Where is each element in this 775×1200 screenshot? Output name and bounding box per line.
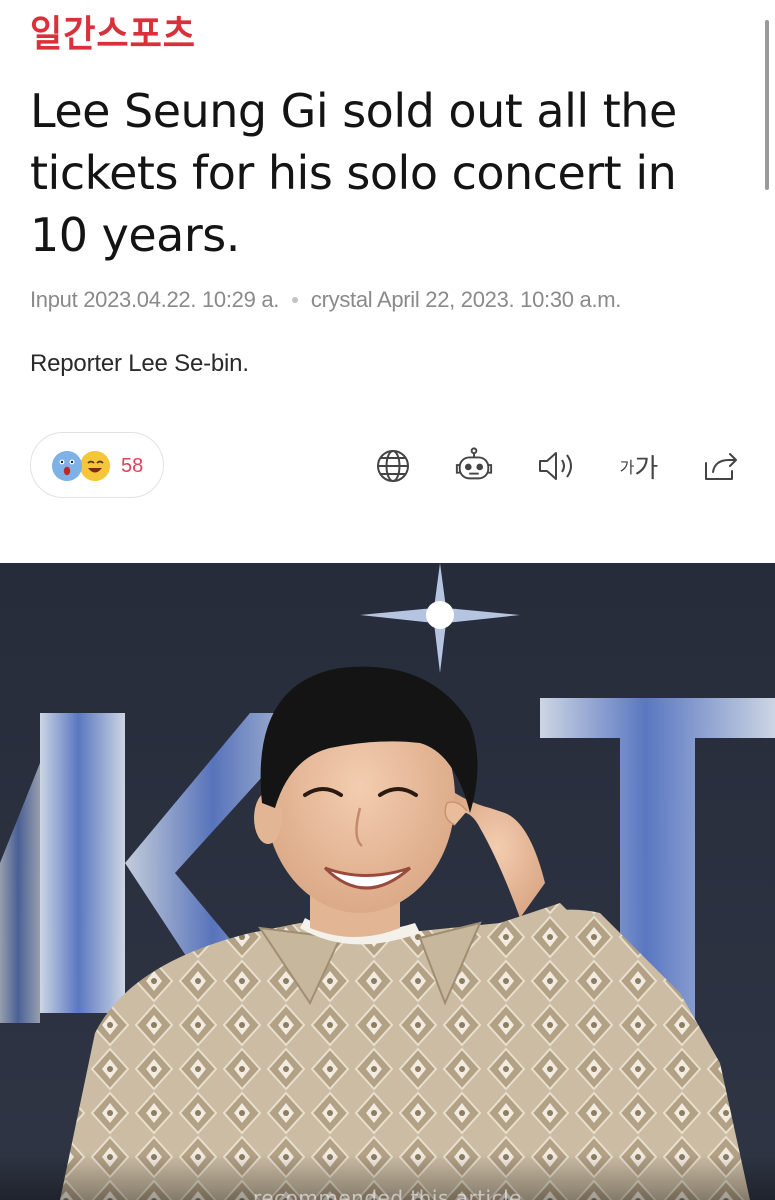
reaction-count: 58 <box>121 455 144 477</box>
reaction-button[interactable]: 58 <box>30 432 164 498</box>
ai-summary-button[interactable] <box>454 446 494 486</box>
speaker-icon <box>539 452 572 480</box>
site-logo[interactable]: 일간스포츠 <box>30 5 196 59</box>
recommended-banner-text: recommended this article <box>253 1186 522 1200</box>
article-meta: Input 2023.04.22. 10:29 a. ● crystal Apr… <box>30 287 621 313</box>
article-photo: recommended this article <box>0 563 775 1200</box>
text-to-speech-button[interactable] <box>536 446 576 486</box>
reporter-name[interactable]: Reporter Lee Se-bin. <box>30 350 249 378</box>
font-size-large-glyph: 가 <box>634 453 659 484</box>
font-size-button[interactable]: 가가 <box>614 446 664 486</box>
article-headline: Lee Seung Gi sold out all the tickets fo… <box>30 84 677 262</box>
input-date: 2023.04.22. 10:29 a. <box>83 287 280 312</box>
article-photo-image <box>0 563 775 1200</box>
translate-button[interactable] <box>373 446 413 486</box>
surprised-face-icon <box>52 451 82 481</box>
scrollbar-thumb[interactable] <box>765 20 769 190</box>
meta-separator: ● <box>290 291 300 307</box>
input-label: Input <box>30 287 78 312</box>
edit-label: crystal <box>310 287 373 312</box>
laughing-face-icon <box>80 451 110 481</box>
share-icon <box>705 453 737 480</box>
edit-date: April 22, 2023. 10:30 a.m. <box>376 287 622 312</box>
font-size-small-glyph: 가 <box>619 458 635 477</box>
share-button[interactable] <box>701 446 741 486</box>
robot-icon <box>455 447 493 480</box>
globe-icon <box>377 450 409 482</box>
